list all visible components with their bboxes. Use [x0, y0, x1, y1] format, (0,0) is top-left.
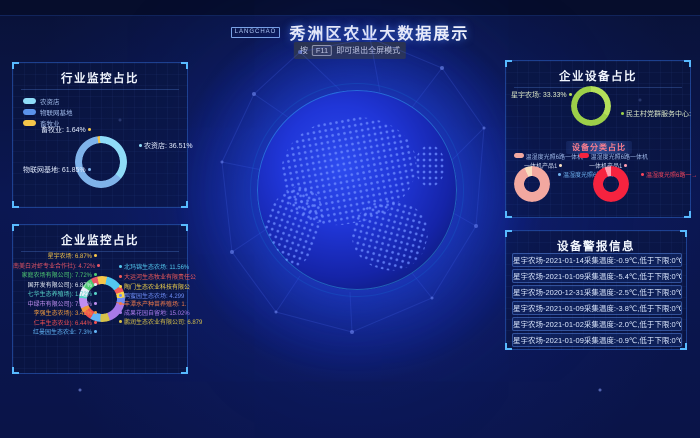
legend-item[interactable]: 农资店 — [23, 95, 73, 106]
page-title: 秀洲区农业大数据展示 — [289, 20, 469, 44]
chart-label: 南美白对虾专业合作社): 4.72% — [13, 263, 99, 271]
corner-decoration — [12, 201, 19, 208]
chart-label: 畜牧业: 1.64% — [41, 127, 93, 135]
chart-label: 农资店: 36.51% — [137, 143, 193, 151]
alarm-list-item: 星宇农场-2021-01-09采集温度:-3.8℃,低于下限:0℃ — [512, 301, 682, 315]
industry-monitor-panel: 行业监控占比 农资店 物联网基地 畜牧业 畜牧业: 1.64% 农资店: 36.… — [12, 62, 188, 208]
chart-label: 鹏润生态农业有限公司: 6.879 — [117, 319, 202, 327]
corner-decoration — [680, 230, 687, 237]
chart-label: 北玛锦生态农场: 11.56% — [117, 264, 189, 272]
fullscreen-exit-hint: 按 F11 即可退出全屏模式 — [294, 42, 406, 59]
panel-title: 企业设备占比 — [506, 68, 690, 84]
globe-continent-dots — [415, 145, 445, 187]
legend-swatch — [23, 109, 36, 115]
corner-decoration — [505, 343, 512, 350]
classification-left-donut-chart[interactable] — [514, 166, 550, 202]
alarm-list-item: 星宇农场-2021-01-09采集温度:-0.9℃,低于下限:0℃ — [512, 333, 682, 347]
chart-label: 成果花园自留地: 15.02% — [117, 310, 190, 318]
legend-swatch — [23, 120, 36, 126]
corner-decoration — [12, 62, 19, 69]
f11-key-badge: F11 — [312, 45, 332, 56]
corner-decoration — [181, 367, 188, 374]
corner-decoration — [684, 60, 691, 67]
legend-item[interactable]: 物联网基地 — [23, 106, 73, 117]
chart-label: 七华生态养殖场): 1.72% — [13, 291, 99, 299]
legend-swatch — [514, 153, 524, 158]
hint-prefix: 按 — [300, 45, 308, 56]
corner-decoration — [181, 224, 188, 231]
equipment-donut-chart[interactable] — [571, 86, 611, 126]
classification-right-donut-chart[interactable] — [593, 166, 629, 202]
globe-continent-dots — [274, 107, 425, 234]
chart-label: 李强生态农场): 3.42% — [13, 310, 99, 318]
chart-label: 陶门生态农业科技有限公 — [117, 284, 190, 292]
legend-item[interactable]: 温湿度光照6路一体机 — [514, 153, 583, 162]
globe-continent-dots — [344, 191, 435, 278]
divider — [21, 89, 179, 90]
panel-title: 企业监控占比 — [13, 232, 187, 248]
chart-label: 中绿市有限公司): 7.29% — [13, 301, 99, 309]
corner-decoration — [12, 367, 19, 374]
equipment-ratio-panel: 企业设备占比 星宇农场: 33.33% 民主村党群服务中心: 设备分类占比 温湿… — [505, 60, 691, 218]
corner-decoration — [505, 60, 512, 67]
chart-label: 红曼园生态农业: 7.3% — [13, 329, 99, 337]
corner-decoration — [181, 62, 188, 69]
legend-label: 畜牧业 — [40, 118, 60, 128]
legend-swatch — [23, 98, 36, 104]
corner-decoration — [181, 201, 188, 208]
legend-item[interactable]: 温湿度光照6路一体机 — [579, 153, 648, 162]
alarm-list-item: 星宇农场-2021-01-02采集温度:-2.0℃,低于下限:0℃ — [512, 317, 682, 331]
corner-decoration — [12, 224, 19, 231]
logo-badge: LANGCHAO — [231, 27, 281, 38]
industry-donut-chart[interactable] — [75, 136, 127, 188]
legend-swatch — [579, 153, 589, 158]
hint-suffix: 即可退出全屏模式 — [336, 45, 400, 56]
panel-title: 行业监控占比 — [13, 70, 187, 86]
corner-decoration — [680, 343, 687, 350]
divider — [21, 251, 179, 252]
header: LANGCHAO 秀洲区农业大数据展示 — [0, 20, 700, 44]
legend-label: 农资店 — [40, 96, 60, 106]
chart-label: 物联网基地: 61.85% — [23, 167, 93, 175]
chart-label: 家庭农场有限公司): 7.72% — [13, 272, 99, 280]
alarm-list-item: 星宇农场-2021-01-14采集温度:-0.9℃,低于下限:0℃ — [512, 253, 682, 267]
enterprise-monitor-panel: 企业监控占比 星宇农场: 6.87% 南美白对虾专业合作社): 4.72% 家庭… — [12, 224, 188, 374]
alarm-list-item: 星宇农场-2021-01-09采集温度:-5.4℃,低于下限:0℃ — [512, 269, 682, 283]
chart-label: 丰潭水产种苗养殖场: 1. — [117, 301, 186, 309]
legend-label: 物联网基地 — [40, 107, 73, 117]
chart-label: 鸭蜜园生态农场: 4.299 — [117, 293, 184, 301]
chart-label: 国开发有限公司): 6.87% — [13, 282, 99, 290]
globe-visualization — [257, 90, 457, 290]
corner-decoration — [505, 230, 512, 237]
corner-decoration — [684, 211, 691, 218]
chart-label: 星宇农场: 33.33% — [511, 92, 574, 100]
industry-legend: 农资店 物联网基地 畜牧业 — [23, 95, 73, 128]
alarm-info-panel: 设备警报信息 星宇农场-2021-01-14采集温度:-0.9℃,低于下限:0℃… — [505, 230, 687, 350]
corner-decoration — [505, 211, 512, 218]
chart-label: 大运河生态牧业有限责任公 — [117, 274, 196, 282]
globe-continent-dots — [257, 178, 333, 277]
panel-title: 设备警报信息 — [506, 238, 686, 254]
alarm-list-item: 星宇农场-2020-12-31采集温度:-2.5℃,低于下限:0℃ — [512, 285, 682, 299]
top-bar — [0, 0, 700, 16]
chart-label: 民主村党群服务中心: — [619, 111, 691, 119]
chart-label: 星宇农场: 6.87% — [13, 253, 99, 261]
chart-label: 温湿度光照6路一→ — [639, 172, 697, 180]
chart-label: 仁丰生态农业): 6.44% — [13, 320, 99, 328]
